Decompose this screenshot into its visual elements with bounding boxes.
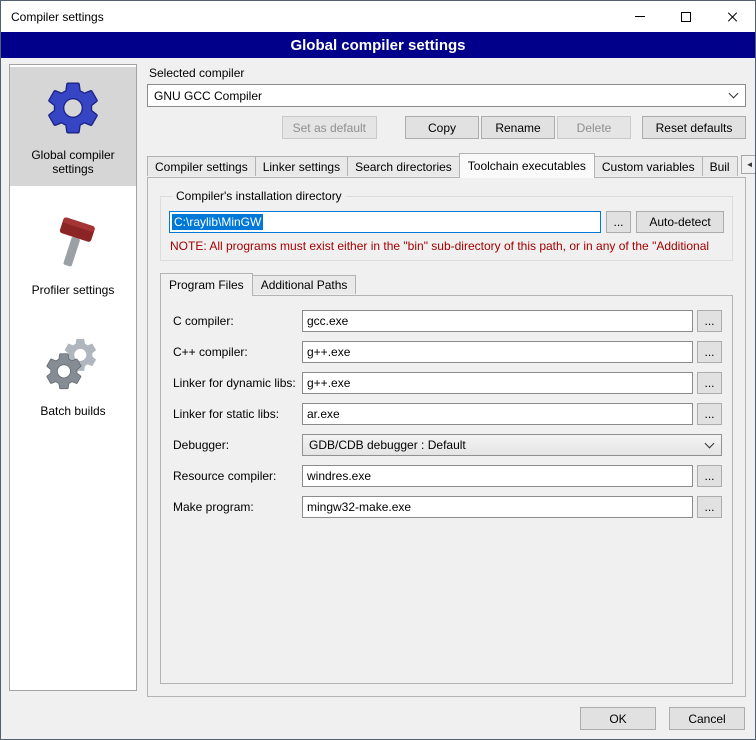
installation-directory-title: Compiler's installation directory — [172, 189, 346, 203]
tab-toolchain-executables[interactable]: Toolchain executables — [459, 153, 595, 178]
browse-button[interactable]: ... — [697, 341, 722, 363]
tab-scroll-left-button[interactable]: ◄ — [741, 155, 756, 174]
form-row-resource-compiler: Resource compiler: ... — [173, 465, 722, 487]
maximize-icon — [681, 12, 691, 22]
reset-defaults-button[interactable]: Reset defaults — [642, 116, 746, 139]
form-row-dynamic-linker: Linker for dynamic libs: ... — [173, 372, 722, 394]
selected-compiler-dropdown[interactable]: GNU GCC Compiler — [147, 84, 746, 107]
make-program-label: Make program: — [173, 500, 302, 514]
browse-button[interactable]: ... — [697, 496, 722, 518]
set-as-default-button[interactable]: Set as default — [282, 116, 377, 139]
browse-button[interactable]: ... — [697, 372, 722, 394]
cpp-compiler-input[interactable] — [302, 341, 693, 363]
delete-button[interactable]: Delete — [557, 116, 631, 139]
program-tabs: Program Files Additional Paths — [160, 272, 733, 295]
debugger-dropdown[interactable]: GDB/CDB debugger : Default — [302, 434, 722, 456]
browse-button[interactable]: ... — [697, 465, 722, 487]
installation-directory-group: Compiler's installation directory C:\ray… — [160, 189, 733, 261]
tab-build-options[interactable]: Buil — [702, 156, 738, 176]
form-row-static-linker: Linker for static libs: ... — [173, 403, 722, 425]
install-dir-input[interactable]: C:\raylib\MinGW — [169, 211, 601, 233]
resource-compiler-input[interactable] — [302, 465, 693, 487]
gear-icon — [42, 77, 104, 139]
compiler-settings-window: Compiler settings Global compiler settin… — [0, 0, 756, 740]
settings-sidebar: Global compiler settings Profiler settin… — [9, 64, 137, 691]
close-button[interactable] — [709, 1, 755, 32]
sidebar-item-batch-builds[interactable]: Batch builds — [10, 323, 136, 428]
tab-linker-settings[interactable]: Linker settings — [255, 156, 348, 176]
browse-button[interactable]: ... — [697, 310, 722, 332]
c-compiler-label: C compiler: — [173, 314, 302, 328]
auto-detect-button[interactable]: Auto-detect — [636, 211, 724, 233]
chevron-down-icon — [698, 444, 713, 447]
tab-search-directories[interactable]: Search directories — [347, 156, 460, 176]
close-icon — [726, 11, 738, 23]
window-title: Compiler settings — [11, 10, 104, 24]
debugger-label: Debugger: — [173, 438, 302, 452]
browse-button[interactable]: ... — [697, 403, 722, 425]
sidebar-item-profiler-settings[interactable]: Profiler settings — [10, 202, 136, 307]
gears-icon — [42, 333, 104, 395]
main-content: Selected compiler GNU GCC Compiler Set a… — [147, 63, 746, 697]
sidebar-item-label: Profiler settings — [32, 283, 115, 297]
sidebar-item-label: Global compiler settings — [15, 148, 131, 176]
chevron-down-icon — [722, 94, 737, 97]
compiler-actions: Set as default Copy Rename Delete Reset … — [147, 116, 746, 139]
selected-compiler-label: Selected compiler — [149, 66, 746, 80]
maximize-button[interactable] — [663, 1, 709, 32]
form-row-c-compiler: C compiler: ... — [173, 310, 722, 332]
tab-program-files[interactable]: Program Files — [160, 273, 253, 296]
minimize-button[interactable] — [617, 1, 663, 32]
install-dir-selected-text: C:\raylib\MinGW — [172, 214, 263, 230]
hammer-icon — [42, 212, 104, 274]
static-linker-label: Linker for static libs: — [173, 407, 302, 421]
titlebar: Compiler settings — [1, 1, 755, 32]
static-linker-input[interactable] — [302, 403, 693, 425]
tab-custom-variables[interactable]: Custom variables — [594, 156, 703, 176]
ok-button[interactable]: OK — [580, 707, 656, 730]
tab-additional-paths[interactable]: Additional Paths — [252, 275, 357, 294]
selected-compiler-value: GNU GCC Compiler — [154, 89, 262, 103]
dynamic-linker-input[interactable] — [302, 372, 693, 394]
copy-button[interactable]: Copy — [405, 116, 479, 139]
page-title: Global compiler settings — [1, 32, 755, 58]
form-row-cpp-compiler: C++ compiler: ... — [173, 341, 722, 363]
window-controls — [617, 1, 755, 32]
form-row-make-program: Make program: ... — [173, 496, 722, 518]
toolchain-executables-panel: Compiler's installation directory C:\ray… — [147, 177, 746, 697]
make-program-input[interactable] — [302, 496, 693, 518]
form-row-debugger: Debugger: GDB/CDB debugger : Default — [173, 434, 722, 456]
install-dir-browse-button[interactable]: ... — [606, 211, 631, 233]
program-files-panel: C compiler: ... C++ compiler: ... Linker… — [160, 295, 733, 684]
dynamic-linker-label: Linker for dynamic libs: — [173, 376, 302, 390]
debugger-value: GDB/CDB debugger : Default — [309, 438, 466, 452]
sidebar-item-global-compiler-settings[interactable]: Global compiler settings — [10, 67, 136, 186]
c-compiler-input[interactable] — [302, 310, 693, 332]
tab-compiler-settings[interactable]: Compiler settings — [147, 156, 256, 176]
cancel-button[interactable]: Cancel — [669, 707, 745, 730]
rename-button[interactable]: Rename — [481, 116, 555, 139]
installation-directory-row: C:\raylib\MinGW ... Auto-detect — [169, 211, 724, 233]
compiler-tabs: Compiler settings Linker settings Search… — [147, 152, 746, 177]
minimize-icon — [635, 16, 645, 17]
resource-compiler-label: Resource compiler: — [173, 469, 302, 483]
cpp-compiler-label: C++ compiler: — [173, 345, 302, 359]
sidebar-item-label: Batch builds — [40, 404, 105, 418]
tab-scrollers: ◄ ► — [737, 152, 756, 177]
dialog-footer: OK Cancel — [580, 707, 745, 730]
bin-subdirectory-note: NOTE: All programs must exist either in … — [170, 239, 723, 253]
